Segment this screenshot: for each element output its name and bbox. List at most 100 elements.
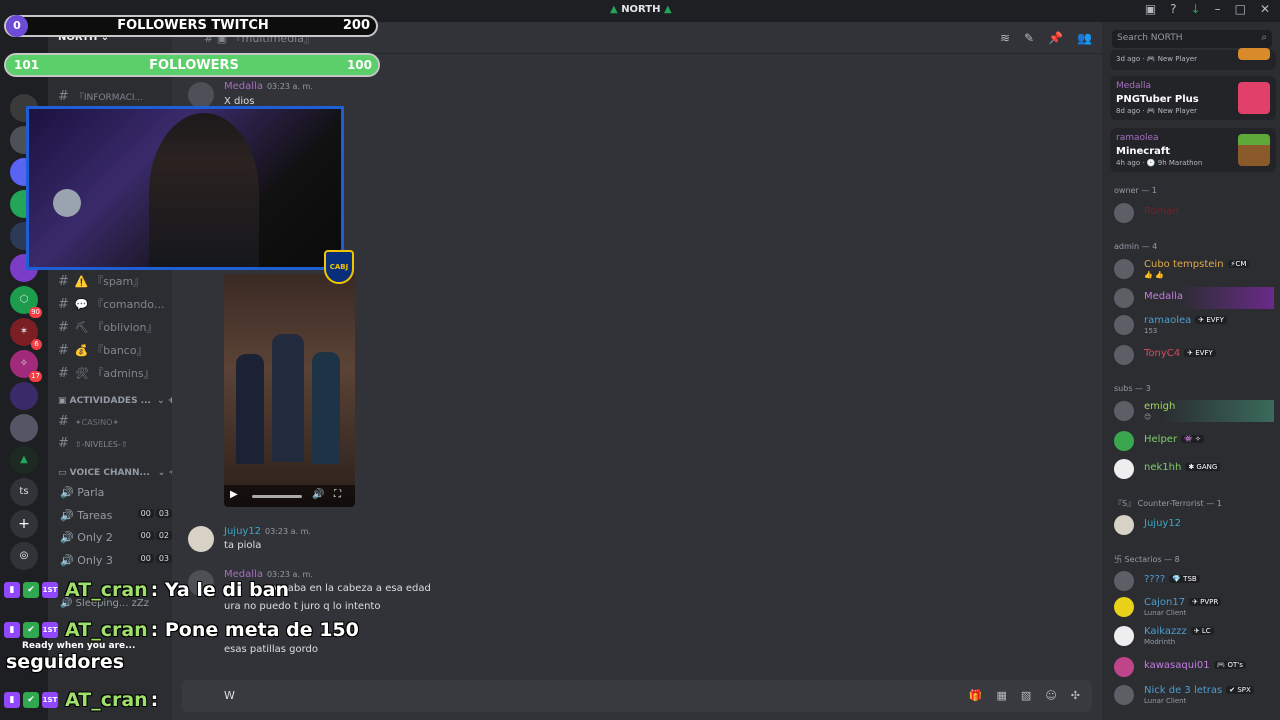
verified-icon: ✔ (23, 622, 39, 638)
member-item[interactable]: emigh 😊 (1114, 400, 1274, 422)
mute-icon[interactable]: ✎ (1024, 31, 1034, 45)
voice-count: 00 03 (136, 509, 172, 518)
channel-comandos[interactable]: # 💬 『comando... (58, 296, 170, 312)
channel-oblivion[interactable]: # ⛏ 『oblivion』 (58, 319, 170, 335)
member-item[interactable]: TonyC4 ✈ EVFY (1114, 344, 1274, 366)
server-ts[interactable]: ts (10, 478, 38, 506)
server-icon[interactable]: ✧ 17 (10, 350, 42, 382)
member-item[interactable]: kawasaqui01 🎮 OT's (1114, 656, 1274, 678)
activity-thumbnail (1238, 48, 1270, 60)
header-toolbar: ≋ ✎ 📌 👥 (1000, 31, 1092, 45)
emoji-icon[interactable]: ☺ (1045, 689, 1056, 702)
hash-icon: # (58, 297, 69, 312)
message-author[interactable]: Jujuy12 03:23 a. m. (224, 526, 311, 537)
member-item[interactable]: nek1hh ✱ GANG (1114, 458, 1274, 480)
member-item[interactable]: Cubo tempstein ⚡CM 👍 👍 (1114, 258, 1274, 280)
sticker-icon[interactable]: ▧ (1021, 689, 1031, 702)
download-icon[interactable]: ↓ (1191, 2, 1201, 16)
maximize-button[interactable]: □ (1235, 2, 1246, 16)
avatar (1114, 657, 1134, 677)
server-icon[interactable]: ⬡ 90 (10, 286, 42, 318)
streamer-figure (149, 113, 259, 267)
first-badge-icon: 1ST (42, 622, 58, 638)
window-controls: ▣ ? ↓ – □ ✕ (1145, 2, 1270, 16)
member-item[interactable]: Jujuy12 (1114, 514, 1274, 536)
avatar[interactable] (188, 526, 214, 552)
team-crest: CABJ (324, 250, 354, 284)
video-attachment[interactable]: ▶ 🔊 ⛶ (224, 274, 355, 507)
hash-icon: # (58, 320, 69, 335)
message-composer[interactable]: W 🎁 ▦ ▧ ☺ ✣ (182, 680, 1092, 712)
member-item[interactable]: ???? 💎 TSB (1114, 570, 1274, 592)
member-item[interactable]: Nick de 3 letras ✔ SPX Lunar Client (1114, 684, 1274, 706)
avatar[interactable] (188, 82, 214, 108)
gift-icon[interactable]: 🎁 (969, 689, 983, 702)
channel-spam[interactable]: # ⚠️ 『spam』 (58, 273, 170, 289)
twitch-icon: ▮ (4, 622, 20, 638)
inbox-icon[interactable]: ▣ (1145, 2, 1156, 16)
voice-channel-parla[interactable]: 🔊 Parla (60, 486, 172, 499)
chat-overlay-message: ▮ ✔ 1ST AT_cran : Ya le di ban (4, 579, 289, 601)
help-icon[interactable]: ? (1170, 2, 1176, 16)
member-item[interactable]: ramaolea ✈ EVFY 153 (1114, 314, 1274, 336)
minimize-button[interactable]: – (1215, 2, 1221, 16)
activity-card[interactable]: 3d ago · 🎮 New Player (1110, 48, 1276, 70)
message-time: 03:23 a. m. (266, 570, 313, 579)
channel-admins[interactable]: # 🛠 『admins』 (58, 365, 170, 381)
server-icon[interactable] (10, 414, 38, 442)
member-item[interactable]: Medalla (1114, 287, 1274, 309)
category-voice[interactable]: ▭ VOICE CHANN... ⌄ + (58, 468, 176, 478)
threads-icon[interactable]: ≋ (1000, 31, 1010, 45)
play-icon[interactable]: ▶ (230, 489, 238, 500)
channel-niveles[interactable]: # ⇧-NIVELES-⇧ (58, 436, 170, 451)
message-text: esas patillas gordo (224, 644, 318, 655)
member-item[interactable]: Roman (1114, 202, 1274, 224)
activity-card[interactable]: ramaolea Minecraft 4h ago · 🕒 9h Maratho… (1110, 128, 1276, 172)
speaker-icon: ▭ (58, 468, 70, 478)
message-author[interactable]: Medalla 03:23 a. m. (224, 81, 313, 92)
avatar (1114, 288, 1134, 308)
chat-overlay-message: ▮ ✔ 1ST AT_cran : Pone meta de 150 (4, 619, 359, 641)
category-actividades[interactable]: ▣ ACTIVIDADES ... ⌄ + (58, 396, 175, 406)
avatar (1114, 515, 1134, 535)
channel-casino[interactable]: # ✦CASINO✦ (58, 414, 170, 429)
volume-icon[interactable]: 🔊 (312, 489, 324, 500)
server-icon[interactable]: ▲ (10, 446, 38, 474)
avatar (1114, 459, 1134, 479)
server-icon[interactable] (10, 382, 38, 410)
channel-banco[interactable]: # 💰 『banco』 (58, 342, 170, 358)
voice-channel-tareas[interactable]: 🔊 Tareas 00 03 (60, 509, 172, 522)
role-header: admin — 4 (1114, 242, 1158, 251)
voice-channel-only2[interactable]: 🔊 Only 2 00 02 (60, 531, 172, 544)
voice-count: 00 02 (136, 531, 172, 540)
hash-icon: # (58, 343, 69, 358)
avatar (1114, 571, 1134, 591)
member-item[interactable]: Helper 👾 ✧ (1114, 430, 1274, 452)
voice-channel-only3[interactable]: 🔊 Only 3 00 03 (60, 554, 172, 567)
speaker-icon: 🔊 (60, 554, 78, 567)
member-item[interactable]: Cajon17 ✈ PVPR Lunar Client (1114, 596, 1274, 618)
composer-text[interactable]: W (224, 689, 235, 702)
search-input[interactable]: Search NORTH ⌕ (1112, 30, 1272, 48)
pin-icon[interactable]: 📌 (1048, 31, 1063, 45)
members-icon[interactable]: 👥 (1077, 31, 1092, 45)
channel-informacion[interactable]: # 『INFORMACI... (58, 89, 170, 104)
hash-icon: # (58, 414, 69, 429)
server-icon[interactable]: ✶ 6 (10, 318, 42, 350)
apps-icon[interactable]: ✣ (1071, 689, 1080, 702)
gif-icon[interactable]: ▦ (997, 689, 1007, 702)
chat-overlay-wrap: seguidores (6, 651, 125, 673)
close-button[interactable]: ✕ (1260, 2, 1270, 16)
message-text: pasaba en la cabeza a esa edad (270, 583, 431, 594)
avatar (1114, 685, 1134, 705)
tree-icon: ▲ (610, 4, 618, 15)
member-item[interactable]: Kaikazzz ✈ LC Modrinth (1114, 625, 1274, 647)
twitch-icon: ▮ (4, 582, 20, 598)
add-server-button[interactable]: + (10, 510, 38, 538)
activity-card[interactable]: Medalla PNGTuber Plus 8d ago · 🎮 New Pla… (1110, 76, 1276, 120)
discover-icon[interactable]: ◎ (10, 542, 38, 570)
fullscreen-icon[interactable]: ⛶ (334, 489, 341, 500)
video-progress[interactable] (252, 495, 302, 498)
avatar (1114, 203, 1134, 223)
search-icon: ⌕ (1261, 32, 1267, 43)
